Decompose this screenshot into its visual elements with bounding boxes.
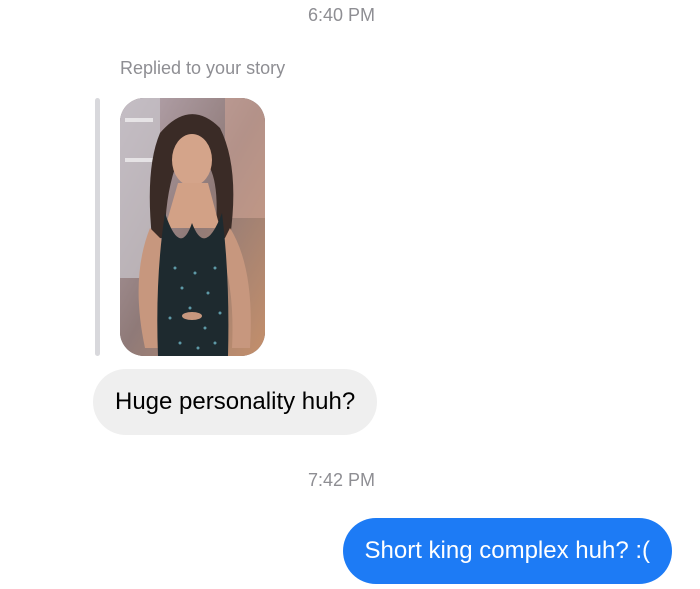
reply-indicator-bar: [95, 98, 100, 356]
timestamp: 6:40 PM: [307, 5, 376, 25]
story-reply-label: Replied to your story: [120, 58, 286, 78]
story-thumbnail[interactable]: [120, 98, 265, 356]
incoming-message-bubble[interactable]: Huge personality huh?: [93, 369, 378, 435]
outgoing-message-bubble[interactable]: Short king complex huh? :(: [342, 518, 672, 584]
timestamp: 7:42 PM: [307, 470, 376, 490]
story-photo-icon: [120, 98, 265, 356]
